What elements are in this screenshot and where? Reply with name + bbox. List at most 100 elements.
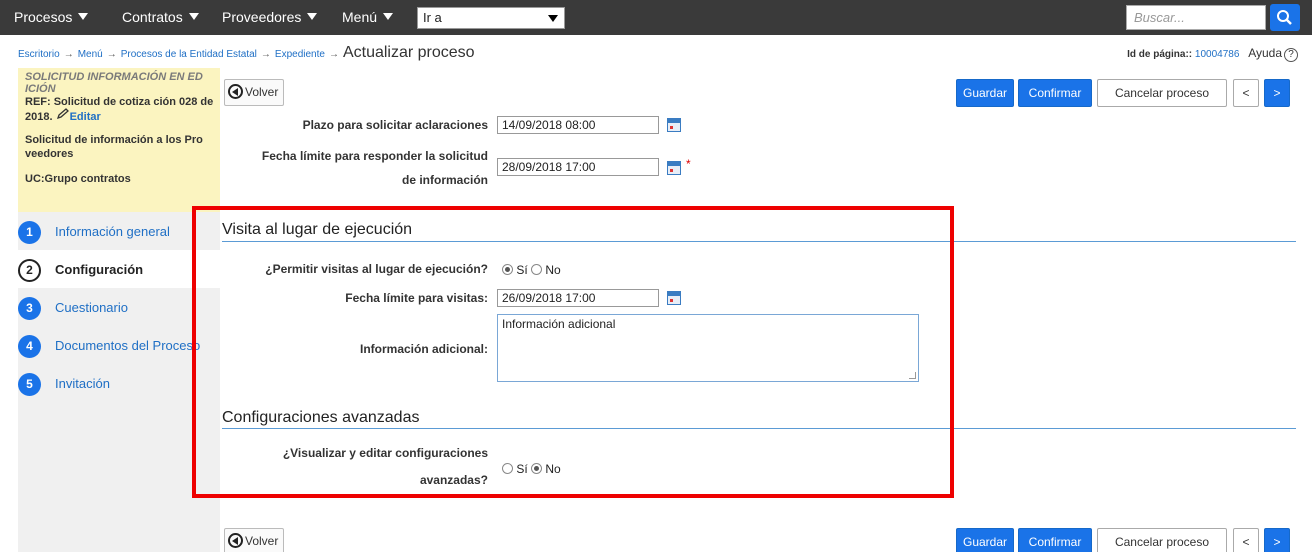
nav-menu[interactable]: Menú <box>342 0 394 35</box>
calendar-icon[interactable] <box>667 161 681 175</box>
page-id-value: 10004786 <box>1194 49 1240 60</box>
summary-ref: REF: Solicitud de cotiza ción 028 de 201… <box>25 96 220 123</box>
page-id-label: Id de página:: <box>1127 49 1193 60</box>
search-placeholder: Buscar... <box>1134 10 1185 25</box>
yes-label: Sí <box>516 462 528 476</box>
info-adicional-text: Información adicional <box>502 317 616 331</box>
search-icon <box>1277 10 1292 25</box>
question-icon: ? <box>1284 48 1298 62</box>
step-informacion-general[interactable]: 1 Información general <box>18 212 220 250</box>
step-number: 3 <box>18 297 41 320</box>
steps-sidebar: 1 Información general 2 Configuración 3 Cue… <box>18 212 220 552</box>
search-button[interactable] <box>1270 4 1300 31</box>
fecha-respuesta-label-line2: de información <box>401 173 488 187</box>
nav-contratos[interactable]: Contratos <box>122 0 199 35</box>
arrow-right-icon: → <box>63 49 74 60</box>
breadcrumb-procesos[interactable]: Procesos de la Entidad Estatal <box>121 49 257 60</box>
step-label: Documentos del Proceso <box>55 338 201 353</box>
cancel-process-button[interactable]: Cancelar proceso <box>1097 79 1227 107</box>
back-label: Volver <box>245 534 279 548</box>
permitir-visitas-yes-radio[interactable] <box>502 264 513 275</box>
back-arrow-icon <box>228 84 243 99</box>
step-cuestionario[interactable]: 3 Cuestionario <box>18 288 220 326</box>
summary-description: Solicitud de información a los Pro veedo… <box>25 134 203 160</box>
summary-uc: UC:Grupo contratos <box>25 173 131 185</box>
fecha-visitas-label: Fecha límite para visitas: <box>345 291 488 305</box>
nav-proveedores-label: Proveedores <box>222 9 302 25</box>
page-title: Actualizar proceso <box>342 44 475 61</box>
breadcrumb: Escritorio → Menú → Procesos de la Entidad E… <box>18 44 475 62</box>
avanzadas-section-divider <box>222 428 1296 429</box>
caret-down-icon <box>548 15 558 22</box>
step-number: 2 <box>18 259 41 282</box>
avanzadas-section-title: Configuraciones avanzadas <box>222 409 420 426</box>
fecha-visitas-field[interactable]: 26/09/2018 17:00 <box>497 289 659 307</box>
no-label: No <box>545 263 561 277</box>
edit-link[interactable]: Editar <box>56 108 101 123</box>
fecha-respuesta-field[interactable]: 28/09/2018 17:00 <box>497 158 659 176</box>
back-button-bottom[interactable]: Volver <box>224 528 285 552</box>
step-label: Configuración <box>55 262 144 277</box>
breadcrumb-expediente[interactable]: Expediente <box>275 49 325 60</box>
top-nav-bar: Procesos Contratos Proveedores Menú Ir a… <box>0 0 1312 35</box>
permitir-visitas-radio-group: Sí No <box>502 263 561 277</box>
step-invitacion[interactable]: 5 Invitación <box>18 364 220 402</box>
avanzadas-question-line1: ¿Visualizar y editar configuraciones <box>282 446 488 460</box>
required-marker: * <box>686 157 691 171</box>
nav-proveedores[interactable]: Proveedores <box>222 0 318 35</box>
permitir-visitas-no-radio[interactable] <box>531 264 543 275</box>
cancel-process-button-bottom[interactable]: Cancelar proceso <box>1097 528 1227 552</box>
summary-title: SOLICITUD INFORMACIÓN EN ED ICIÓN <box>25 71 203 95</box>
help-label: Ayuda <box>1248 46 1282 60</box>
nav-procesos[interactable]: Procesos <box>14 0 89 35</box>
confirm-button[interactable]: Confirmar <box>1018 79 1092 107</box>
permitir-visitas-label: ¿Permitir visitas al lugar de ejecución? <box>265 262 488 276</box>
avanzadas-radio-group: Sí No <box>502 462 561 476</box>
summary-ref-text: REF: Solicitud de cotiza ción 028 de 201… <box>25 96 214 123</box>
page-id-info: Id de página:: 10004786 Ayuda? <box>1127 46 1298 62</box>
process-summary: SOLICITUD INFORMACIÓN EN ED ICIÓN REF: S… <box>18 68 220 212</box>
breadcrumb-menu[interactable]: Menú <box>78 49 103 60</box>
arrow-right-icon: → <box>260 49 271 60</box>
next-button[interactable]: > <box>1264 79 1290 107</box>
next-button-bottom[interactable]: > <box>1264 528 1290 552</box>
back-label: Volver <box>245 85 279 99</box>
plazo-field[interactable]: 14/09/2018 08:00 <box>497 116 659 134</box>
caret-down-icon <box>78 13 89 20</box>
nav-procesos-label: Procesos <box>14 9 73 25</box>
confirm-button-bottom[interactable]: Confirmar <box>1018 528 1092 552</box>
goto-select[interactable]: Ir a <box>417 7 565 29</box>
avanzadas-yes-radio[interactable] <box>502 463 513 474</box>
step-documentos[interactable]: 4 Documentos del Proceso <box>18 326 220 364</box>
visita-section-divider <box>222 241 1296 242</box>
fecha-respuesta-label-line1: Fecha límite para responder la solicitud <box>261 149 488 163</box>
avanzadas-question-line2: avanzadas? <box>419 473 488 487</box>
caret-down-icon <box>188 13 199 20</box>
calendar-icon[interactable] <box>667 291 681 305</box>
prev-button[interactable]: < <box>1233 79 1259 107</box>
save-button[interactable]: Guardar <box>956 79 1014 107</box>
breadcrumb-escritorio[interactable]: Escritorio <box>18 49 60 60</box>
prev-button-bottom[interactable]: < <box>1233 528 1259 552</box>
caret-down-icon <box>383 13 394 20</box>
step-number: 1 <box>18 221 41 244</box>
no-label: No <box>545 462 561 476</box>
yes-label: Sí <box>516 263 528 277</box>
pencil-icon <box>56 108 69 120</box>
caret-down-icon <box>307 13 318 20</box>
save-button-bottom[interactable]: Guardar <box>956 528 1014 552</box>
search-input[interactable]: Buscar... <box>1126 5 1266 30</box>
back-button[interactable]: Volver <box>224 79 285 106</box>
step-label: Información general <box>55 224 170 239</box>
info-adicional-textarea[interactable]: Información adicional <box>497 314 919 382</box>
nav-menu-label: Menú <box>342 9 378 25</box>
edit-label: Editar <box>69 111 101 123</box>
visita-section-title: Visita al lugar de ejecución <box>222 221 413 238</box>
arrow-right-icon: → <box>106 49 117 60</box>
step-number: 4 <box>18 335 41 358</box>
help-link[interactable]: Ayuda? <box>1248 46 1298 62</box>
step-number: 5 <box>18 373 41 396</box>
avanzadas-no-radio[interactable] <box>531 463 543 474</box>
step-configuracion[interactable]: 2 Configuración <box>18 250 220 288</box>
calendar-icon[interactable] <box>667 118 681 132</box>
